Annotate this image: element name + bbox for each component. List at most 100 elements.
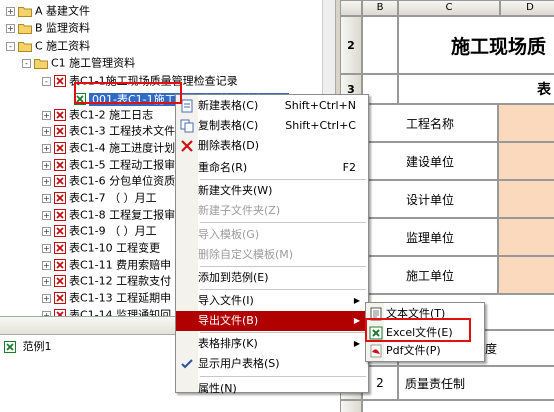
menu-item-sort-tables[interactable]: 表格排序(K) ▶ <box>176 334 368 354</box>
expand-toggle-icon[interactable]: + <box>6 23 15 33</box>
export-pdf-file-item[interactable]: Pdf文件(P) <box>366 341 484 361</box>
column-header[interactable]: B <box>362 0 398 16</box>
tree-node[interactable]: + 表C1-3 工程技术文件 <box>42 122 175 139</box>
menu-separator <box>200 376 366 377</box>
expand-toggle-icon[interactable]: + <box>42 193 51 203</box>
tree-node-label: A 基建文件 <box>35 4 91 18</box>
tree-node[interactable]: + 表C1-2 施工日志 <box>42 106 153 123</box>
expand-toggle-icon[interactable]: - <box>6 41 15 51</box>
tree-node[interactable]: + 表C1-7 （ ）月工 <box>42 189 157 206</box>
annotation-highlight <box>365 318 471 342</box>
column-header[interactable]: C <box>398 0 500 16</box>
value-cell[interactable] <box>498 256 554 294</box>
expand-toggle-icon[interactable]: + <box>42 226 51 236</box>
folder-icon <box>18 23 32 34</box>
tree-node[interactable]: + 表C1-4 施工进度计划 <box>42 139 175 156</box>
tree-node-label: 表C1-9 （ ）月工 <box>69 224 157 238</box>
sheet-cell[interactable] <box>362 400 554 412</box>
corner-cell[interactable] <box>340 0 362 16</box>
label-cell[interactable]: 施工单位 <box>362 256 498 294</box>
tree-node[interactable]: + A 基建文件 <box>6 2 90 19</box>
form-icon <box>54 175 66 187</box>
check-icon <box>181 359 193 369</box>
menu-item-label: 属性(N) <box>198 382 237 395</box>
label-cell[interactable]: 工程名称 <box>362 104 498 142</box>
label-cell[interactable]: 建设单位 <box>362 142 498 180</box>
menu-separator <box>200 289 366 290</box>
menu-item-rename[interactable]: 重命名(R) F2 <box>176 158 368 178</box>
label-cell[interactable]: 监理单位 <box>362 218 498 256</box>
expand-toggle-icon[interactable]: + <box>42 126 51 136</box>
delete-icon <box>181 140 193 152</box>
app-window: + A 基建文件 + B 监理资料 - C 施工资料 - C1 施工管理资料 - 表C1-1施工现… <box>0 0 554 412</box>
tree-node[interactable]: + 表C1-8 工程复工报审 <box>42 206 175 223</box>
expand-toggle-icon[interactable]: + <box>6 6 15 16</box>
submenu-label: Pdf文件(P) <box>386 344 441 357</box>
tree-node[interactable]: + 表C1-9 （ ）月工 <box>42 222 157 239</box>
tree-node[interactable]: + 表C1-12 工程款支付 <box>42 272 171 289</box>
form-icon <box>54 109 66 121</box>
sheet-cell-text[interactable]: 质量责任制 <box>398 366 554 400</box>
menu-item-label: 表格排序(K) <box>198 337 258 350</box>
folder-icon <box>34 58 48 69</box>
value-cell[interactable] <box>498 142 554 180</box>
menu-item-label: 重命名(R) <box>198 161 248 174</box>
sheet-subtitle[interactable]: 表 <box>398 74 554 104</box>
row-header[interactable]: 2 <box>340 16 362 74</box>
tree-node-label: 表C1-14 监理通知回 <box>69 308 172 317</box>
menu-item-shortcut: F2 <box>342 161 356 174</box>
menu-item-new-subfolder: 新建子文件夹(Z) <box>176 201 368 221</box>
tree-node-label: 表C1-6 分包单位资质 <box>69 174 176 188</box>
value-cell[interactable] <box>498 180 554 218</box>
row-header[interactable] <box>340 400 362 412</box>
expand-toggle-icon[interactable]: + <box>42 210 51 220</box>
menu-separator <box>200 266 366 267</box>
tree-node[interactable]: + 表C1-6 分包单位资质 <box>42 172 175 189</box>
menu-item-new-table[interactable]: 新建表格(C) Shift+Ctrl+N <box>176 96 368 116</box>
menu-item-properties[interactable]: 属性(N) <box>176 379 368 399</box>
tree-node-label: 表C1-12 工程款支付 <box>69 274 172 288</box>
menu-item-import-file[interactable]: 导入文件(I) ▶ <box>176 291 368 311</box>
example-item[interactable]: 范例1 <box>4 339 52 355</box>
tree-node[interactable]: + 表C1-11 费用索赔申 <box>42 256 171 273</box>
menu-item-label: 新建表格(C) <box>198 99 259 112</box>
value-cell[interactable] <box>498 104 554 142</box>
column-header[interactable]: D <box>500 0 554 16</box>
sheet-title[interactable]: 施工现场质 <box>398 16 554 74</box>
label-cell[interactable]: 设计单位 <box>362 180 498 218</box>
tree-node[interactable]: + 表C1-14 监理通知回 <box>42 306 171 316</box>
tree-node[interactable]: - C 施工资料 <box>6 37 90 54</box>
submenu-arrow-icon: ▶ <box>353 339 360 348</box>
menu-item-import-template: 导入模板(G) <box>176 225 368 245</box>
form-icon <box>54 125 66 137</box>
expand-toggle-icon[interactable]: + <box>42 293 51 303</box>
menu-item-label: 导出文件(B) <box>198 314 259 327</box>
expand-toggle-icon[interactable]: + <box>42 143 51 153</box>
expand-toggle-icon[interactable]: + <box>42 276 51 286</box>
expand-toggle-icon[interactable]: + <box>42 110 51 120</box>
menu-item-delete-table[interactable]: 删除表格(D) <box>176 136 368 156</box>
expand-toggle-icon[interactable]: + <box>42 176 51 186</box>
expand-toggle-icon[interactable]: + <box>42 160 51 170</box>
menu-item-export-file[interactable]: 导出文件(B) ▶ <box>176 311 368 331</box>
menu-item-add-to-examples[interactable]: 添加到范例(E) <box>176 268 368 288</box>
expand-toggle-icon[interactable]: + <box>42 243 51 253</box>
menu-separator <box>200 332 366 333</box>
tree-node[interactable]: + B 监理资料 <box>6 19 90 36</box>
tree-node[interactable]: + 表C1-5 工程动工报审 <box>42 156 175 173</box>
sheet-cell[interactable] <box>362 16 398 74</box>
tree-node[interactable]: + 表C1-13 工程延期申 <box>42 289 171 306</box>
menu-item-copy-table[interactable]: 复制表格(C) Shift+Ctrl+C <box>176 116 368 136</box>
form-icon <box>54 259 66 271</box>
value-cell[interactable] <box>498 218 554 256</box>
menu-item-show-user-tables[interactable]: 显示用户表格(S) <box>176 354 368 374</box>
tree-node[interactable]: - C1 施工管理资料 <box>22 54 135 71</box>
expand-toggle-icon[interactable]: - <box>22 58 31 68</box>
expand-toggle-icon[interactable]: - <box>42 76 51 86</box>
menu-item-label: 添加到范例(E) <box>198 271 269 284</box>
expand-toggle-icon[interactable]: + <box>42 260 51 270</box>
menu-item-new-folder[interactable]: 新建文件夹(W) <box>176 181 368 201</box>
tree-node[interactable]: + 表C1-10 工程变更 <box>42 239 160 256</box>
menu-item-label: 复制表格(C) <box>198 119 259 132</box>
tree-node-label: 表C1-5 工程动工报审 <box>69 158 176 172</box>
